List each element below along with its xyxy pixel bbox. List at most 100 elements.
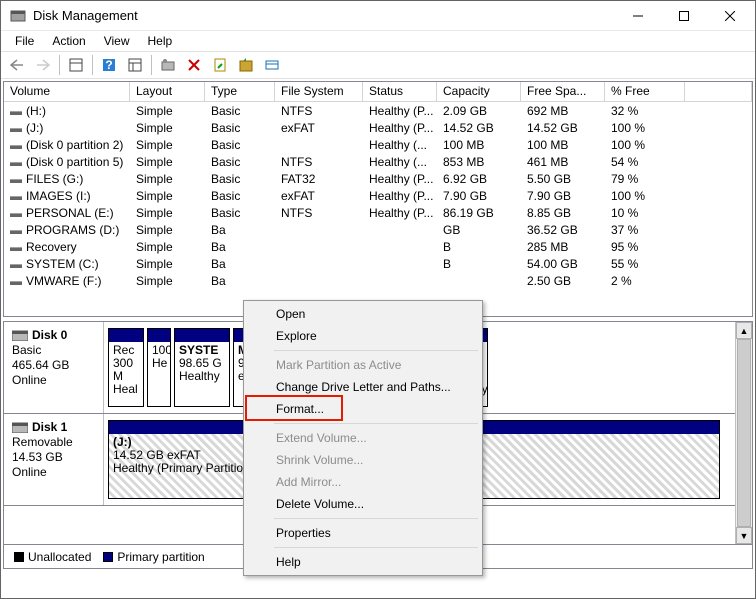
title-bar[interactable]: Disk Management (1, 1, 755, 31)
volume-row[interactable]: ▬RecoverySimpleBaB285 MB95 % (4, 238, 752, 255)
volume-row[interactable]: ▬PROGRAMS (D:)SimpleBaGB36.52 GB37 % (4, 221, 752, 238)
volume-box[interactable]: Rec300 MHeal (108, 328, 144, 407)
volume-box[interactable]: 100He (147, 328, 171, 407)
context-menu-item[interactable]: Delete Volume... (246, 493, 480, 515)
volume-box-header (109, 329, 143, 342)
cell-free: 100 MB (521, 138, 605, 152)
volume-row[interactable]: ▬(H:)SimpleBasicNTFSHealthy (P...2.09 GB… (4, 102, 752, 119)
col-capacity[interactable]: Capacity (437, 82, 521, 101)
col-type[interactable]: Type (205, 82, 275, 101)
action-button[interactable] (260, 54, 284, 76)
cell-free: 2.50 GB (521, 274, 605, 288)
context-menu[interactable]: OpenExplore Mark Partition as ActiveChang… (243, 300, 483, 576)
disk-status: Online (12, 465, 95, 479)
disk-size: 14.53 GB (12, 450, 95, 464)
cell-pctfree: 95 % (605, 240, 685, 254)
show-hide-pane-button[interactable] (64, 54, 88, 76)
context-menu-item[interactable]: Format... (246, 398, 480, 420)
back-button[interactable] (5, 54, 29, 76)
volume-row[interactable]: ▬FILES (G:)SimpleBasicFAT32Healthy (P...… (4, 170, 752, 187)
volume-row[interactable]: ▬IMAGES (I:)SimpleBasicexFATHealthy (P..… (4, 187, 752, 204)
cell-capacity: 86.19 GB (437, 206, 521, 220)
col-layout[interactable]: Layout (130, 82, 205, 101)
cell-type: Ba (205, 223, 275, 237)
volume-row[interactable]: ▬SYSTEM (C:)SimpleBaB54.00 GB55 % (4, 255, 752, 272)
scroll-track[interactable] (736, 339, 752, 527)
context-menu-separator (274, 423, 478, 424)
help-button[interactable]: ? (97, 54, 121, 76)
content-area: Volume Layout Type File System Status Ca… (3, 81, 753, 596)
forward-button[interactable] (31, 54, 55, 76)
minimize-button[interactable] (615, 1, 661, 31)
disk-label[interactable]: Disk 1Removable14.53 GBOnline (4, 414, 104, 505)
col-pctfree[interactable]: % Free (605, 82, 685, 101)
volume-row[interactable]: ▬(Disk 0 partition 2)SimpleBasicHealthy … (4, 136, 752, 153)
disk-management-window: Disk Management File Action View Help ? (0, 0, 756, 599)
rescan-button[interactable] (234, 54, 258, 76)
disk-type: Removable (12, 435, 95, 449)
context-menu-item[interactable]: Explore (246, 325, 480, 347)
cell-layout: Simple (130, 206, 205, 220)
cell-layout: Simple (130, 172, 205, 186)
col-fs[interactable]: File System (275, 82, 363, 101)
menu-file[interactable]: File (7, 33, 42, 49)
cell-fs: NTFS (275, 104, 363, 118)
context-menu-item: Mark Partition as Active (246, 354, 480, 376)
cell-type: Ba (205, 257, 275, 271)
scroll-thumb[interactable] (737, 339, 751, 527)
volume-name: (H:) (26, 104, 46, 118)
cell-free: 36.52 GB (521, 223, 605, 237)
disk-label[interactable]: Disk 0Basic465.64 GBOnline (4, 322, 104, 413)
col-extra[interactable] (685, 82, 752, 101)
volume-name: (Disk 0 partition 2) (26, 138, 123, 152)
context-menu-item[interactable]: Properties (246, 522, 480, 544)
refresh-button[interactable] (156, 54, 180, 76)
disk-icon (12, 421, 28, 433)
volume-row[interactable]: ▬(J:)SimpleBasicexFATHealthy (P...14.52 … (4, 119, 752, 136)
cell-status: Healthy (... (363, 155, 437, 169)
volume-row[interactable]: ▬VMWARE (F:)SimpleBa2.50 GB2 % (4, 272, 752, 289)
drive-icon: ▬ (10, 257, 22, 271)
volume-list[interactable]: Volume Layout Type File System Status Ca… (3, 81, 753, 317)
disk-name: Disk 0 (32, 328, 67, 342)
svg-text:?: ? (105, 58, 112, 72)
volume-name: PROGRAMS (D:) (26, 223, 119, 237)
volume-box-header (148, 329, 170, 342)
scroll-down-button[interactable]: ▼ (736, 527, 752, 544)
col-volume[interactable]: Volume (4, 82, 130, 101)
volume-row[interactable]: ▬PERSONAL (E:)SimpleBasicNTFSHealthy (P.… (4, 204, 752, 221)
vertical-scrollbar[interactable]: ▲ ▼ (735, 322, 752, 544)
legend-primary-label: Primary partition (117, 550, 204, 564)
context-menu-item[interactable]: Open (246, 303, 480, 325)
cell-layout: Simple (130, 240, 205, 254)
cell-type: Basic (205, 104, 275, 118)
cell-fs: NTFS (275, 206, 363, 220)
view-settings-button[interactable] (123, 54, 147, 76)
cell-fs: FAT32 (275, 172, 363, 186)
menu-help[interactable]: Help (140, 33, 181, 49)
volume-name: Recovery (26, 240, 77, 254)
cell-pctfree: 54 % (605, 155, 685, 169)
cell-free: 5.50 GB (521, 172, 605, 186)
cell-capacity: 14.52 GB (437, 121, 521, 135)
menu-action[interactable]: Action (44, 33, 93, 49)
maximize-button[interactable] (661, 1, 707, 31)
menu-view[interactable]: View (96, 33, 138, 49)
volume-box[interactable]: SYSTE98.65 GHealthy (174, 328, 230, 407)
cell-pctfree: 79 % (605, 172, 685, 186)
cell-status: Healthy (P... (363, 104, 437, 118)
context-menu-item[interactable]: Help (246, 551, 480, 573)
col-free[interactable]: Free Spa... (521, 82, 605, 101)
close-button[interactable] (707, 1, 753, 31)
volume-name: FILES (G:) (26, 172, 83, 186)
volume-name: (Disk 0 partition 5) (26, 155, 123, 169)
properties-button[interactable] (208, 54, 232, 76)
volume-row[interactable]: ▬(Disk 0 partition 5)SimpleBasicNTFSHeal… (4, 153, 752, 170)
context-menu-item[interactable]: Change Drive Letter and Paths... (246, 376, 480, 398)
delete-button[interactable] (182, 54, 206, 76)
volume-box-header (175, 329, 229, 342)
cell-fs: exFAT (275, 121, 363, 135)
scroll-up-button[interactable]: ▲ (736, 322, 752, 339)
col-status[interactable]: Status (363, 82, 437, 101)
cell-layout: Simple (130, 104, 205, 118)
